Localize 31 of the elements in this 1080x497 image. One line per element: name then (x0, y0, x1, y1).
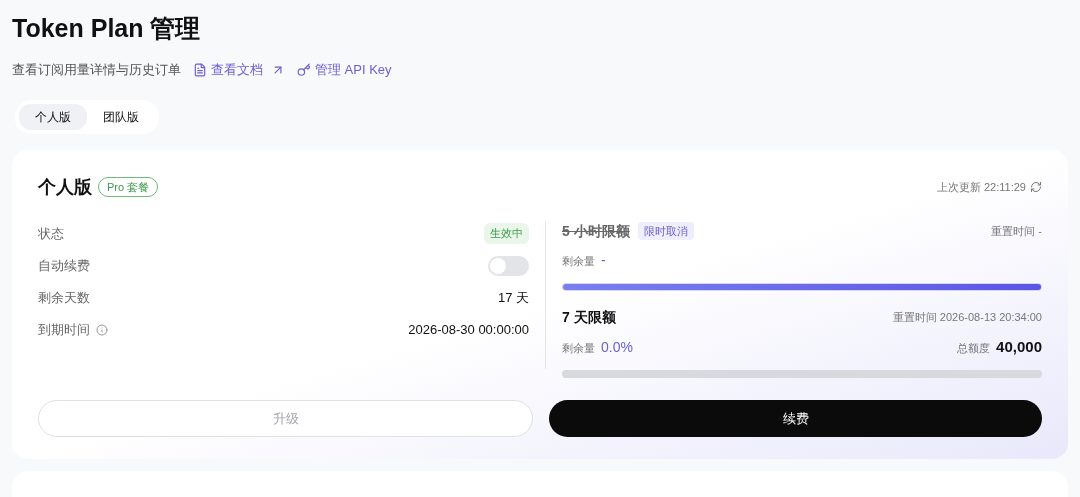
quota-title: 7 天限额 (562, 307, 616, 327)
api-key-link[interactable]: 管理 API Key (297, 60, 392, 80)
remaining-label: 剩余量 (562, 341, 595, 356)
auto-renew-toggle[interactable] (488, 255, 529, 276)
plan-tab[interactable]: 个人版 (19, 103, 87, 130)
renew-button[interactable]: 续费 (549, 400, 1042, 437)
document-icon (193, 62, 207, 77)
page-title: Token Plan 管理 (12, 13, 201, 44)
reset-time: 重置时间 - (991, 223, 1042, 239)
total-label: 总额度 (957, 340, 991, 356)
status-tag: 生效中 (484, 223, 529, 244)
reset-time: 重置时间 2026-08-13 20:34:00 (892, 309, 1042, 325)
plan-title: 个人版 (38, 175, 92, 199)
docs-link[interactable]: 查看文档 (193, 60, 285, 80)
remaining-value: 0.0% (601, 338, 633, 357)
detail-label: 剩余天数 (38, 288, 90, 307)
detail-label: 到期时间 (38, 320, 90, 339)
remaining-value: - (601, 250, 606, 270)
refresh-icon[interactable] (1030, 181, 1042, 193)
page-subtitle: 查看订阅用量详情与历史订单 (12, 61, 181, 79)
detail-value: 2026-08-30 00:00:00 (408, 320, 529, 339)
detail-label: 状态 (38, 224, 64, 243)
plan-tab[interactable]: 团队版 (87, 103, 155, 130)
quota-tag: 限时取消 (637, 221, 694, 241)
detail-label: 自动续费 (38, 256, 90, 275)
detail-value: 17 天 (497, 288, 529, 307)
last-updated-label: 上次更新 22:11:29 (936, 179, 1026, 195)
quota-title: 5 小时限额 (562, 221, 630, 241)
remaining-label: 剩余量 (562, 253, 595, 269)
total-value: 40,000 (996, 336, 1042, 357)
key-icon (297, 62, 311, 77)
